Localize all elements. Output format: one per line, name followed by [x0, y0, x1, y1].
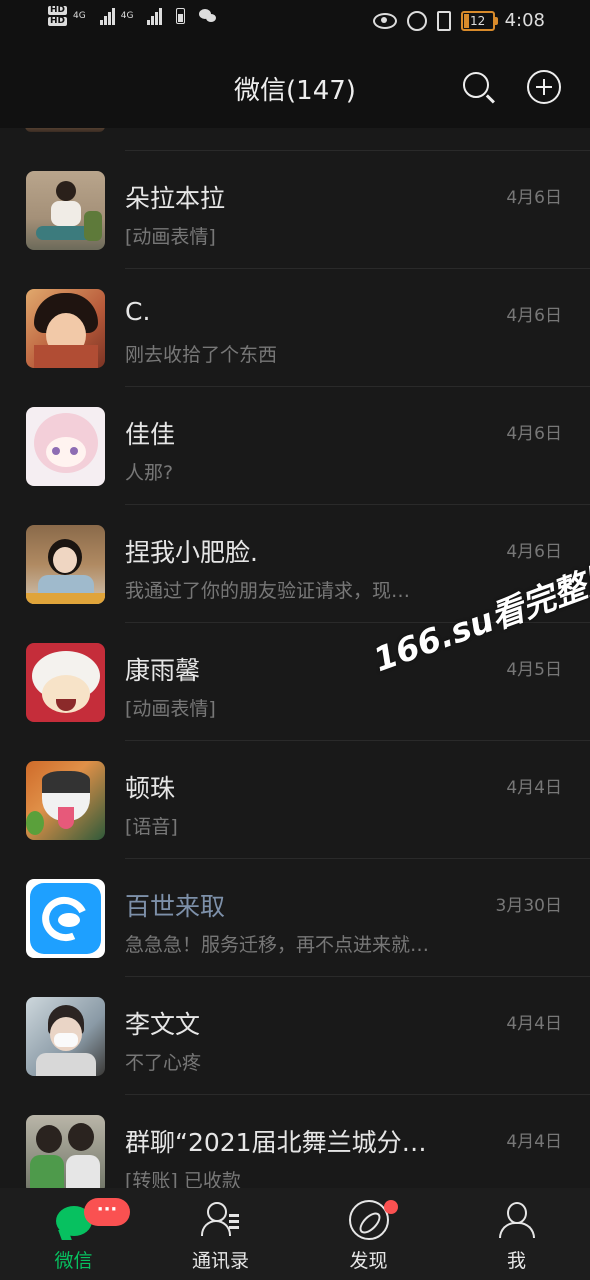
chat-date: 4月6日: [506, 542, 562, 562]
chat-name: C.: [125, 297, 151, 326]
chat-preview: [转账] 已收款: [125, 1170, 241, 1188]
chat-preview: [动画表情]: [125, 226, 216, 248]
tab-me-label: 我: [506, 1250, 526, 1272]
wechat-icon: [199, 9, 217, 23]
battery-icon: [176, 8, 186, 24]
signal-2-icon: [147, 7, 163, 25]
header: 微信(147): [0, 46, 590, 128]
list-item[interactable]: C. 刚去收拾了个东西 4月6日: [0, 269, 590, 387]
avatar: [26, 997, 105, 1076]
avatar: [26, 407, 105, 486]
chat-date: 4月6日: [506, 306, 562, 326]
tab-contacts[interactable]: 通讯录: [147, 1188, 294, 1280]
chat-preview: 急急急！服务迁移，再不点进来就…: [125, 934, 430, 956]
chat-name: 朵拉本拉: [125, 184, 226, 213]
eye-icon: [372, 12, 397, 29]
avatar: [26, 1115, 105, 1188]
chat-preview: [语音]: [125, 816, 178, 838]
chat-preview: 不了心疼: [125, 1052, 202, 1074]
chat-date: 4月4日: [506, 1014, 562, 1034]
chat-name: 佳佳: [125, 420, 176, 449]
vibrate-icon: [436, 10, 451, 31]
chat-date: 4月4日: [506, 778, 562, 798]
status-left: HD HD 4G 4G: [48, 6, 217, 26]
alarm-icon: [406, 10, 427, 31]
status-right: 12 4:08: [372, 10, 545, 31]
contacts-icon: [200, 1200, 241, 1240]
list-item[interactable]: 百世来取 急急急！服务迁移，再不点进来就… 3月30日: [0, 859, 590, 977]
chat-name: 康雨馨: [125, 656, 201, 685]
page-title: 微信(147): [234, 76, 356, 106]
chat-name: 百世来取: [125, 892, 226, 921]
me-icon: [497, 1200, 537, 1240]
discover-dot: [384, 1200, 398, 1214]
avatar: [26, 289, 105, 368]
signal-1-label: 4G: [73, 11, 86, 21]
list-item-partial[interactable]: [25, 128, 590, 151]
tab-contacts-label: 通讯录: [191, 1250, 249, 1272]
avatar: [25, 128, 105, 132]
chat-name: 群聊“2021届北舞兰城分…: [125, 1128, 427, 1157]
chat-date: 3月30日: [495, 896, 562, 916]
avatar: [26, 879, 105, 958]
avatar: [26, 761, 105, 840]
hd-1: HD: [48, 5, 68, 15]
avatar: [26, 171, 105, 250]
search-icon[interactable]: [463, 72, 493, 102]
chat-date: 4月4日: [506, 1132, 562, 1152]
chat-name: 顿珠: [125, 774, 176, 803]
status-bar: HD HD 4G 4G 12 4:08: [0, 0, 590, 46]
chat-name: 李文文: [125, 1010, 201, 1039]
tab-chats-label: 微信: [54, 1250, 93, 1272]
clock: 4:08: [504, 10, 545, 31]
add-icon[interactable]: [527, 70, 561, 104]
tab-discover[interactable]: 发现: [295, 1188, 442, 1280]
chat-name: 捏我小肥脸.: [125, 538, 258, 567]
hd-indicators: HD HD: [48, 5, 68, 26]
list-item[interactable]: 顿珠 [语音] 4月4日: [0, 741, 590, 859]
avatar: [26, 643, 105, 722]
signal-2-label: 4G: [120, 11, 134, 21]
unread-badge: ···: [84, 1198, 130, 1226]
tab-bar: 微信 ··· 通讯录 发现 我: [0, 1188, 590, 1280]
tab-me[interactable]: 我: [443, 1188, 590, 1280]
chat-preview: 人那?: [125, 462, 174, 484]
avatar: [26, 525, 105, 604]
list-item[interactable]: 佳佳 人那? 4月6日: [0, 387, 590, 505]
list-item[interactable]: 康雨馨 [动画表情] 4月5日: [0, 623, 590, 741]
chat-date: 4月6日: [506, 424, 562, 444]
list-item[interactable]: 李文文 不了心疼 4月4日: [0, 977, 590, 1095]
list-item[interactable]: 群聊“2021届北舞兰城分… [转账] 已收款 4月4日: [0, 1095, 590, 1188]
chat-preview: [动画表情]: [125, 698, 216, 720]
chat-preview: 刚去收拾了个东西: [125, 344, 278, 366]
hd-2: HD: [48, 16, 68, 26]
chat-list[interactable]: 朵拉本拉 [动画表情] 4月6日 C. 刚去收拾了个东西 4月6日 佳佳 人那?…: [0, 128, 590, 1188]
chat-date: 4月5日: [506, 660, 562, 680]
list-item[interactable]: 朵拉本拉 [动画表情] 4月6日: [0, 151, 590, 269]
signal-1-icon: [99, 7, 115, 25]
discover-icon: [348, 1200, 389, 1240]
chat-date: 4月6日: [506, 188, 562, 208]
chat-preview: 我通过了你的朋友验证请求，现…: [125, 580, 411, 602]
battery-level: 12: [460, 10, 498, 31]
tab-discover-label: 发现: [349, 1250, 388, 1272]
